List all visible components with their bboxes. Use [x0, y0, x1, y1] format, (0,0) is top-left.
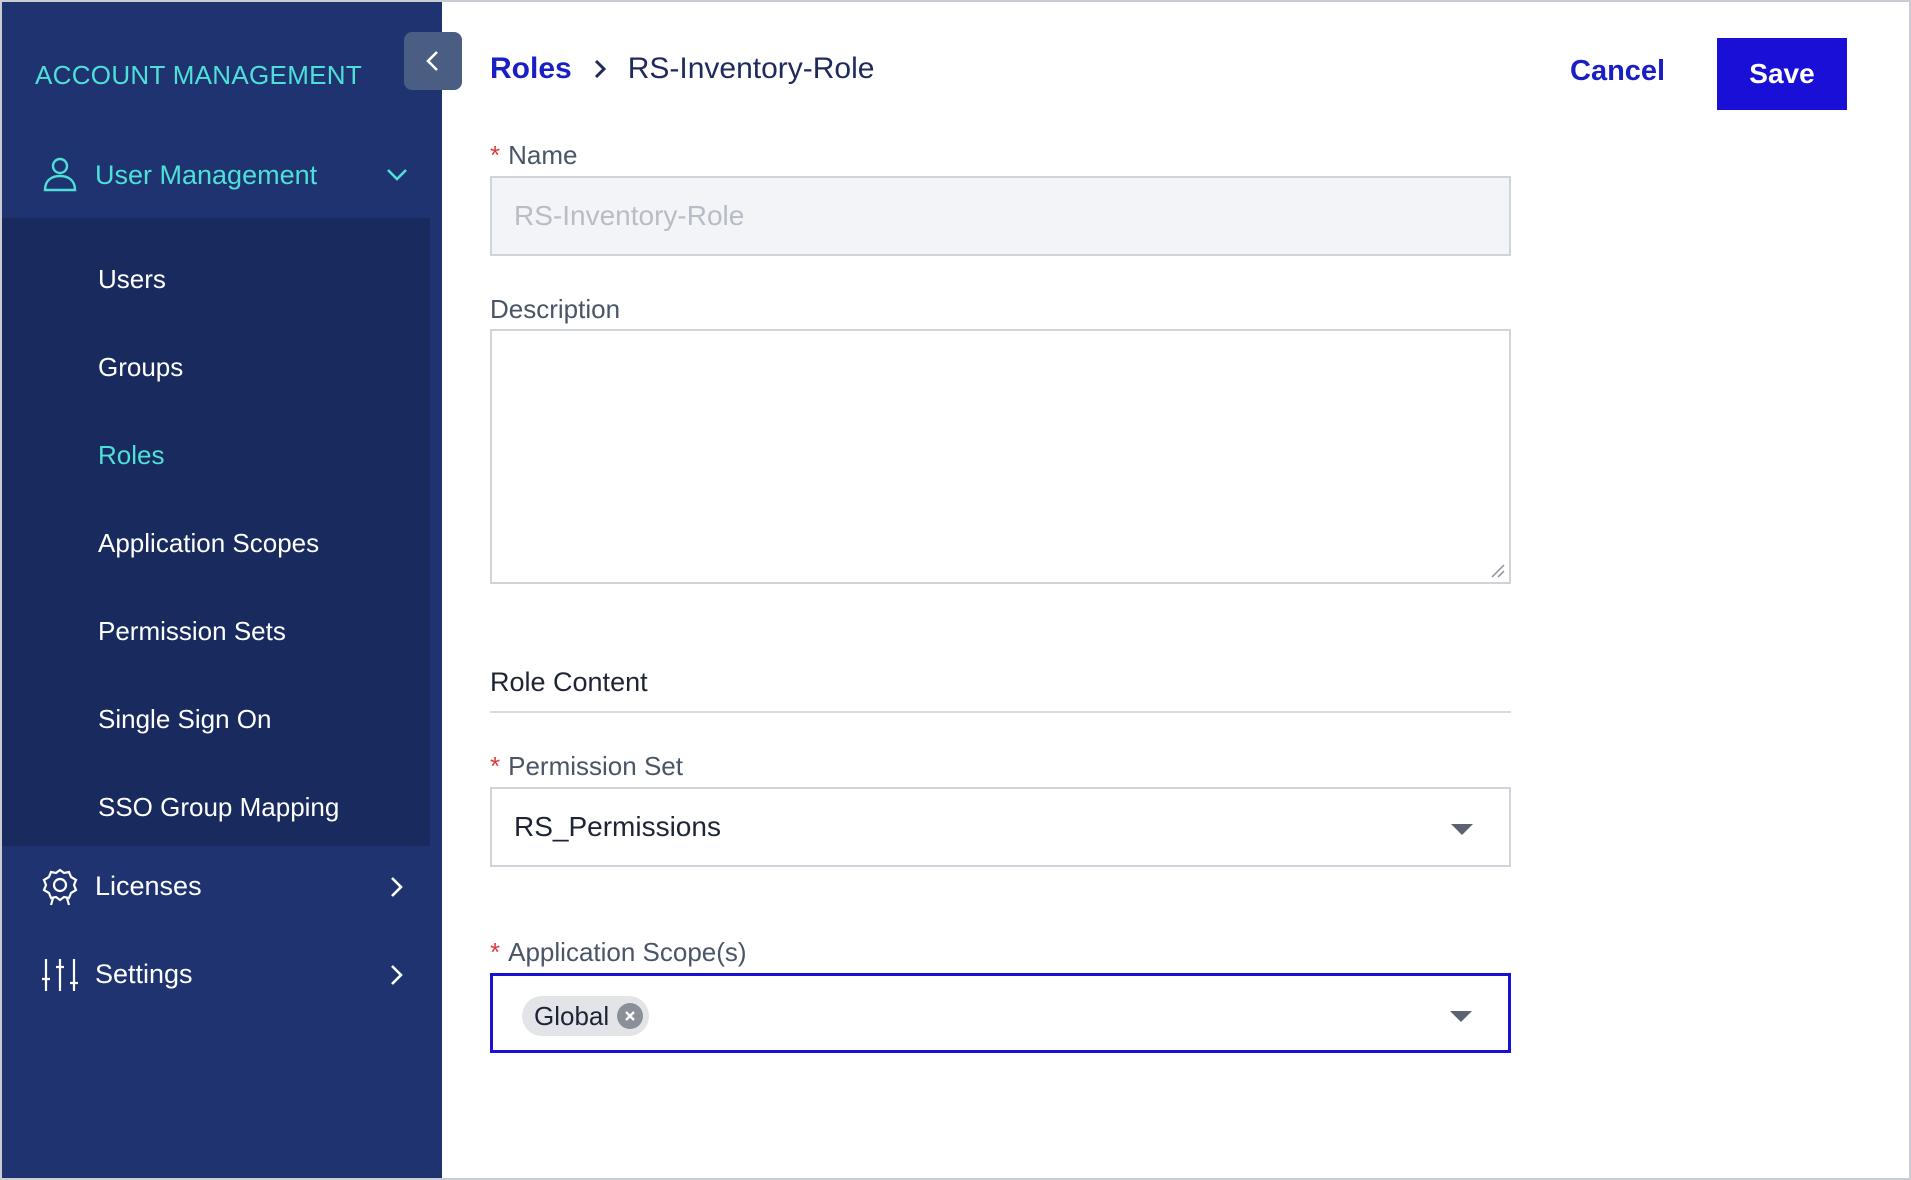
sidebar-item-users[interactable]: Users [98, 264, 166, 295]
permission-set-label: * Permission Set [490, 751, 683, 781]
badge-icon [42, 868, 78, 906]
sidebar-item-licenses-label: Licenses [95, 871, 202, 901]
chevron-right-icon [391, 877, 403, 897]
user-management-submenu: Users Groups Roles Application Scopes Pe… [2, 218, 430, 846]
close-icon [625, 1011, 636, 1021]
required-mark: * [490, 937, 501, 967]
chevron-right-icon [594, 59, 606, 79]
chevron-right-icon [391, 965, 403, 985]
sidebar-item-licenses[interactable]: Licenses [2, 847, 442, 927]
application-scope-select[interactable]: Global [490, 973, 1511, 1053]
required-mark: * [490, 140, 501, 170]
breadcrumb-roles-link[interactable]: Roles [490, 52, 572, 86]
sliders-icon [42, 959, 78, 991]
permission-set-select[interactable]: RS_Permissions [490, 787, 1511, 867]
sidebar-brand: ACCOUNT MANAGEMENT [35, 60, 363, 90]
resize-handle-icon[interactable] [1489, 562, 1505, 578]
section-title-role-content: Role Content [490, 667, 648, 697]
collapse-sidebar-button[interactable] [404, 32, 462, 90]
description-label: Description [490, 294, 621, 324]
sidebar: ACCOUNT MANAGEMENT User Management Users… [2, 2, 442, 1178]
description-field[interactable] [492, 331, 1509, 582]
user-icon [43, 157, 77, 192]
breadcrumb: Roles RS-Inventory-Role [490, 52, 874, 86]
name-field-container [490, 176, 1511, 256]
name-label: * Name [490, 140, 578, 170]
application-scope-label: * Application Scope(s) [490, 937, 747, 967]
scope-tag-global: Global [522, 996, 650, 1036]
cancel-button[interactable]: Cancel [1570, 55, 1665, 88]
description-field-container [490, 329, 1511, 584]
scope-tag-label: Global [534, 1000, 610, 1031]
required-mark: * [490, 751, 501, 781]
sidebar-item-single-sign-on[interactable]: Single Sign On [98, 704, 271, 735]
caret-down-icon [1451, 824, 1473, 835]
chevron-left-icon [426, 51, 438, 71]
sidebar-item-sso-group-mapping[interactable]: SSO Group Mapping [98, 792, 339, 823]
sidebar-item-settings[interactable]: Settings [2, 935, 442, 1015]
page-title: RS-Inventory-Role [627, 52, 875, 85]
save-button[interactable]: Save [1717, 38, 1847, 110]
caret-down-icon [1450, 1011, 1472, 1022]
sidebar-item-roles[interactable]: Roles [98, 440, 164, 471]
sidebar-item-permission-sets[interactable]: Permission Sets [98, 616, 286, 647]
remove-tag-button[interactable] [617, 1003, 644, 1029]
name-field[interactable] [492, 178, 1509, 254]
permission-set-value: RS_Permissions [514, 811, 721, 842]
chevron-down-icon [387, 169, 407, 181]
sidebar-item-application-scopes[interactable]: Application Scopes [98, 528, 319, 559]
sidebar-item-settings-label: Settings [95, 959, 193, 989]
section-divider [490, 711, 1511, 713]
sidebar-group-user-management[interactable]: User Management [2, 132, 442, 218]
sidebar-item-groups[interactable]: Groups [98, 352, 183, 383]
sidebar-group-label: User Management [95, 159, 318, 190]
